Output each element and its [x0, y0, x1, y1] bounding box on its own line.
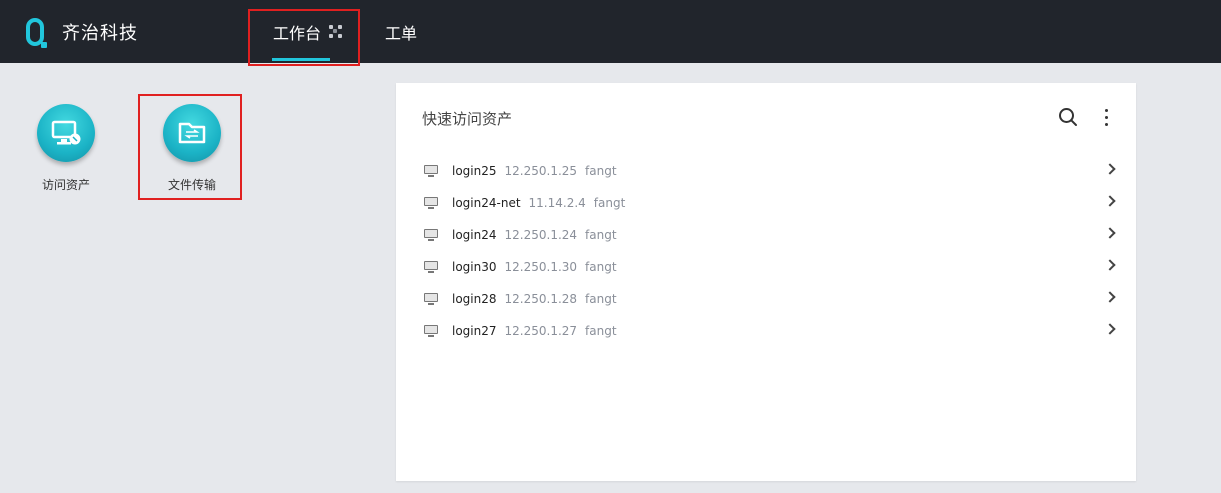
asset-ip: 12.250.1.25	[504, 164, 578, 178]
app-access-asset-label: 访问资产	[41, 178, 90, 192]
tab-ticket-label: 工单	[385, 23, 418, 43]
asset-name: login24-net	[452, 196, 521, 210]
computer-icon	[424, 165, 438, 177]
asset-user: fangt	[585, 228, 617, 242]
asset-name: login25	[452, 164, 497, 178]
asset-name: login24	[452, 228, 497, 242]
top-bar: 齐治科技 工作台 工单	[0, 0, 1221, 63]
computer-icon	[424, 293, 438, 305]
logo-icon	[26, 18, 47, 48]
asset-row[interactable]: login28 12.250.1.28 fangt	[424, 287, 1116, 311]
asset-row[interactable]: login27 12.250.1.27 fangt	[424, 319, 1116, 343]
asset-user: fangt	[585, 292, 617, 306]
asset-row[interactable]: login25 12.250.1.25 fangt	[424, 159, 1116, 183]
computer-icon	[424, 261, 438, 273]
asset-name: login30	[452, 260, 497, 274]
tab-ticket[interactable]: 工单	[385, 0, 417, 63]
asset-user: fangt	[585, 164, 617, 178]
asset-row[interactable]: login30 12.250.1.30 fangt	[424, 255, 1116, 279]
asset-user: fangt	[585, 260, 617, 274]
quick-access-panel: 快速访问资产 login25 12.250.1.25 fangt login24…	[396, 83, 1136, 481]
asset-row[interactable]: login24-net 11.14.2.4 fangt	[424, 191, 1116, 215]
chevron-right-icon[interactable]	[1104, 259, 1116, 271]
computer-icon	[424, 197, 438, 209]
chevron-right-icon[interactable]	[1104, 291, 1116, 303]
asset-user: fangt	[593, 196, 626, 210]
brand-name: 齐治科技	[62, 23, 138, 44]
chevron-right-icon[interactable]	[1104, 163, 1116, 175]
asset-user: fangt	[585, 324, 617, 338]
app-access-asset[interactable]: 访问资产	[16, 104, 116, 193]
asset-ip: 12.250.1.28	[504, 292, 578, 306]
asset-ip: 12.250.1.27	[504, 324, 578, 338]
panel-title: 快速访问资产	[422, 110, 513, 128]
chevron-right-icon[interactable]	[1104, 323, 1116, 335]
asset-ip: 12.250.1.30	[504, 260, 578, 274]
chevron-right-icon[interactable]	[1104, 227, 1116, 239]
logo: 齐治科技	[26, 18, 138, 48]
asset-name: login27	[452, 324, 497, 338]
asset-row[interactable]: login24 12.250.1.24 fangt	[424, 223, 1116, 247]
computer-icon	[424, 229, 438, 241]
asset-ip: 12.250.1.24	[504, 228, 578, 242]
monitor-icon	[37, 104, 95, 162]
more-menu-icon[interactable]	[1101, 109, 1111, 129]
highlight-box-file-transfer	[138, 94, 242, 200]
chevron-right-icon[interactable]	[1104, 195, 1116, 207]
highlight-box-workbench	[248, 9, 360, 66]
search-icon[interactable]	[1058, 107, 1078, 127]
asset-ip: 11.14.2.4	[528, 196, 586, 210]
asset-name: login28	[452, 292, 497, 306]
computer-icon	[424, 325, 438, 337]
